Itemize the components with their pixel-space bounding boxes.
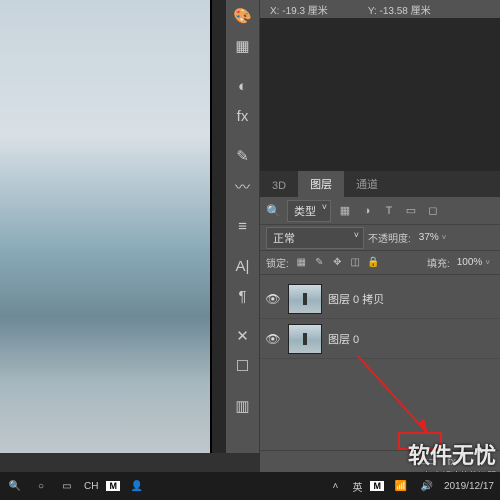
- coordinates-bar: X: -19.3 厘米 Y: -13.58 厘米: [260, 0, 500, 18]
- filter-smart-icon[interactable]: ◻: [425, 203, 441, 219]
- layer-filter-row: 🔍 类型 ▦ ◑ T ▭ ◻: [260, 197, 500, 225]
- layer-thumbnail[interactable]: [288, 284, 322, 314]
- character-icon[interactable]: A|: [228, 252, 258, 280]
- fill-label: 填充:: [427, 255, 450, 270]
- layer-name[interactable]: 图层 0: [328, 331, 359, 347]
- search-icon[interactable]: 🔍: [266, 204, 281, 218]
- canvas-area[interactable]: [0, 0, 226, 453]
- taskbar-date[interactable]: 2019/12/17: [444, 481, 494, 492]
- tab-layers[interactable]: 图层: [298, 171, 344, 197]
- panel-tabs: 3D 图层 通道: [260, 171, 500, 197]
- visibility-eye-icon[interactable]: 👁: [264, 332, 282, 346]
- taskbar-wifi-icon[interactable]: 📶: [392, 481, 410, 492]
- gradient-icon[interactable]: ◐: [228, 72, 258, 100]
- lock-position-icon[interactable]: ✥: [330, 255, 345, 270]
- layers-panel: 🔍 类型 ▦ ◑ T ▭ ◻ 正常 不透明度: 37% 锁定: ▦ ✎ ✥ ◫ …: [260, 197, 500, 453]
- lock-fill-row: 锁定: ▦ ✎ ✥ ◫ 🔒 填充: 100%: [260, 251, 500, 275]
- filter-adjust-icon[interactable]: ◑: [359, 203, 375, 219]
- tools-icon[interactable]: ✕: [228, 322, 258, 350]
- properties-empty-area: [260, 18, 500, 171]
- x-coord: X: -19.3 厘米: [270, 2, 328, 17]
- layer-list: 👁 图层 0 拷贝 👁 图层 0: [260, 275, 500, 363]
- layer-row[interactable]: 👁 图层 0 拷贝: [260, 279, 500, 319]
- lock-transparency-icon[interactable]: ▦: [294, 255, 309, 270]
- layers-panel-icon[interactable]: ▥: [228, 392, 258, 420]
- lock-pixels-icon[interactable]: ✎: [312, 255, 327, 270]
- blend-opacity-row: 正常 不透明度: 37%: [260, 225, 500, 251]
- opacity-label: 不透明度:: [368, 230, 411, 245]
- fill-value[interactable]: 100%: [453, 256, 494, 269]
- taskbar-search-icon[interactable]: 🔍: [6, 481, 24, 492]
- taskbar-volume-icon[interactable]: 🔊: [418, 481, 436, 492]
- options-icon[interactable]: ☐: [228, 352, 258, 380]
- layer-thumbnail[interactable]: [288, 324, 322, 354]
- layer-name[interactable]: 图层 0 拷贝: [328, 291, 384, 307]
- canvas-edge: [210, 0, 212, 453]
- canvas-image[interactable]: [0, 0, 210, 453]
- visibility-eye-icon[interactable]: 👁: [264, 292, 282, 306]
- blend-mode-dropdown[interactable]: 正常: [266, 227, 364, 249]
- taskbar-lang-en[interactable]: 英: [352, 479, 362, 494]
- filter-pixel-icon[interactable]: ▦: [337, 203, 353, 219]
- brush-settings-icon[interactable]: 〰: [228, 172, 258, 200]
- layer-row[interactable]: 👁 图层 0: [260, 319, 500, 359]
- swatches-icon[interactable]: ▦: [228, 32, 258, 60]
- lock-artboard-icon[interactable]: ◫: [348, 255, 363, 270]
- taskbar-ime-m2[interactable]: M: [370, 481, 384, 491]
- taskbar-cortana-icon[interactable]: ○: [32, 481, 50, 492]
- windows-taskbar: 🔍 ○ ▭ CH M 👤 ˄ 英 M 📶 🔊 2019/12/17: [0, 472, 500, 500]
- lock-label: 锁定:: [266, 255, 289, 270]
- taskbar-taskview-icon[interactable]: ▭: [58, 481, 76, 492]
- filter-text-icon[interactable]: T: [381, 203, 397, 219]
- taskbar-lang-ch[interactable]: CH: [84, 481, 98, 492]
- styles-fx-icon[interactable]: fx: [228, 102, 258, 130]
- paragraph-icon[interactable]: ¶: [228, 282, 258, 310]
- tab-3d[interactable]: 3D: [260, 175, 298, 197]
- align-icon[interactable]: ≡: [228, 212, 258, 240]
- opacity-value[interactable]: 37%: [415, 231, 451, 244]
- filter-type-dropdown[interactable]: 类型: [287, 200, 331, 222]
- watermark-text: 软件无忧: [408, 438, 496, 470]
- panel-icon-strip: 🎨 ▦ ◐ fx ✎ 〰 ≡ A| ¶ ✕ ☐ ▥: [226, 0, 260, 453]
- taskbar-tray-chevron-icon[interactable]: ˄: [326, 481, 344, 492]
- y-coord: Y: -13.58 厘米: [368, 2, 431, 17]
- taskbar-people-icon[interactable]: 👤: [128, 481, 146, 492]
- color-palette-icon[interactable]: 🎨: [228, 2, 258, 30]
- tab-channels[interactable]: 通道: [344, 171, 390, 197]
- brushes-icon[interactable]: ✎: [228, 142, 258, 170]
- lock-all-icon[interactable]: 🔒: [366, 255, 381, 270]
- filter-shape-icon[interactable]: ▭: [403, 203, 419, 219]
- taskbar-ime-m[interactable]: M: [106, 481, 120, 491]
